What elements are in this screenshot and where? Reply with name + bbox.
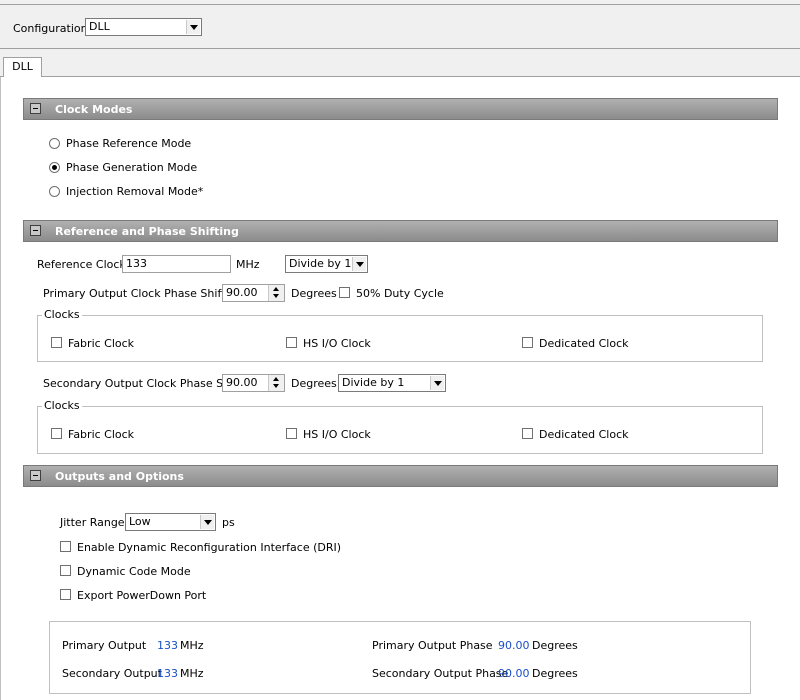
reference-divide-value: Divide by 1 xyxy=(289,257,352,270)
primary-output-unit: MHz xyxy=(180,639,204,652)
checkbox-label: Dedicated Clock xyxy=(539,428,629,441)
primary-clocks-group: Clocks xyxy=(37,308,763,362)
collapse-icon[interactable] xyxy=(30,103,41,114)
primary-phase-shift-label: Primary Output Clock Phase Shift xyxy=(43,287,226,300)
checkbox-label: Dynamic Code Mode xyxy=(77,565,191,578)
secondary-divide-select[interactable]: Divide by 1 xyxy=(338,374,446,392)
radio-label: Injection Removal Mode* xyxy=(66,185,204,198)
primary-phase-shift-unit: Degrees xyxy=(291,287,337,300)
group-legend: Clocks xyxy=(42,308,82,321)
checkbox-label: Export PowerDown Port xyxy=(77,589,207,602)
section-title: Clock Modes xyxy=(55,103,133,116)
checkbox-label: HS I/O Clock xyxy=(303,428,371,441)
section-clock-modes[interactable]: Clock Modes xyxy=(23,98,778,120)
collapse-icon[interactable] xyxy=(30,470,41,481)
checkbox-label: Enable Dynamic Reconfiguration Interface… xyxy=(77,541,342,554)
chevron-down-icon xyxy=(186,20,200,34)
jitter-range-label: Jitter Range xyxy=(60,516,125,529)
chevron-down-icon xyxy=(352,257,366,271)
radio-injection-removal-mode[interactable] xyxy=(49,186,60,197)
jitter-range-unit: ps xyxy=(222,516,235,529)
reference-clock-unit: MHz xyxy=(236,258,260,271)
primary-output-phase-unit: Degrees xyxy=(532,639,578,652)
secondary-output-unit: MHz xyxy=(180,667,204,680)
enable-dri-checkbox[interactable] xyxy=(60,541,71,552)
tab-dll[interactable]: DLL xyxy=(3,57,42,78)
secondary-clocks-group: Clocks xyxy=(37,399,763,454)
group-legend: Clocks xyxy=(42,399,82,412)
spinner-arrows-icon[interactable] xyxy=(268,285,284,301)
secondary-output-value: 133 xyxy=(157,667,178,680)
checkbox-label: Fabric Clock xyxy=(68,337,135,350)
secondary-hsio-clock-checkbox[interactable] xyxy=(286,428,297,439)
primary-phase-shift-spinner[interactable]: 90.00 xyxy=(222,284,285,302)
radio-label: Phase Generation Mode xyxy=(66,161,198,174)
secondary-phase-shift-value: 90.00 xyxy=(226,376,258,389)
section-title: Outputs and Options xyxy=(55,470,184,483)
chevron-down-icon xyxy=(200,515,214,529)
section-reference-phase-shifting[interactable]: Reference and Phase Shifting xyxy=(23,220,778,242)
checkbox-label: HS I/O Clock xyxy=(303,337,371,350)
secondary-divide-value: Divide by 1 xyxy=(342,376,405,389)
secondary-output-phase-value: 90.00 xyxy=(498,667,530,680)
primary-phase-shift-value: 90.00 xyxy=(226,286,258,299)
output-summary-box xyxy=(49,621,751,694)
secondary-phase-shift-unit: Degrees xyxy=(291,377,337,390)
section-outputs-options[interactable]: Outputs and Options xyxy=(23,465,778,487)
collapse-icon[interactable] xyxy=(30,225,41,236)
secondary-output-phase-label: Secondary Output Phase xyxy=(372,667,509,680)
reference-clock-value: 133 xyxy=(126,257,147,270)
reference-clock-input[interactable]: 133 xyxy=(122,255,231,273)
configuration-select[interactable]: DLL xyxy=(85,18,202,36)
chevron-down-icon xyxy=(430,376,444,390)
radio-phase-reference-mode[interactable] xyxy=(49,138,60,149)
primary-fabric-clock-checkbox[interactable] xyxy=(51,337,62,348)
export-powerdown-checkbox[interactable] xyxy=(60,589,71,600)
checkbox-label: Dedicated Clock xyxy=(539,337,629,350)
dynamic-code-mode-checkbox[interactable] xyxy=(60,565,71,576)
checkbox-label: Fabric Clock xyxy=(68,428,135,441)
secondary-dedicated-clock-checkbox[interactable] xyxy=(522,428,533,439)
reference-clock-label: Reference Clock xyxy=(37,258,126,271)
primary-hsio-clock-checkbox[interactable] xyxy=(286,337,297,348)
secondary-output-label: Secondary Output xyxy=(62,667,162,680)
tab-dll-label: DLL xyxy=(12,60,33,73)
radio-label: Phase Reference Mode xyxy=(66,137,192,150)
primary-output-phase-label: Primary Output Phase xyxy=(372,639,493,652)
radio-phase-generation-mode[interactable] xyxy=(49,162,60,173)
jitter-range-value: Low xyxy=(129,515,151,528)
duty-cycle-checkbox[interactable] xyxy=(339,287,350,298)
configuration-select-value: DLL xyxy=(89,20,110,33)
section-title: Reference and Phase Shifting xyxy=(55,225,239,238)
primary-output-value: 133 xyxy=(157,639,178,652)
spinner-arrows-icon[interactable] xyxy=(268,375,284,391)
primary-output-label: Primary Output xyxy=(62,639,147,652)
secondary-phase-shift-spinner[interactable]: 90.00 xyxy=(222,374,285,392)
secondary-phase-shift-label: Secondary Output Clock Phase Shift xyxy=(43,377,242,390)
tab-strip: DLL xyxy=(0,57,800,78)
reference-divide-select[interactable]: Divide by 1 xyxy=(285,255,368,273)
primary-dedicated-clock-checkbox[interactable] xyxy=(522,337,533,348)
duty-cycle-label: 50% Duty Cycle xyxy=(356,287,444,300)
secondary-output-phase-unit: Degrees xyxy=(532,667,578,680)
configuration-label: Configuration xyxy=(13,22,88,35)
primary-output-phase-value: 90.00 xyxy=(498,639,530,652)
secondary-fabric-clock-checkbox[interactable] xyxy=(51,428,62,439)
configuration-bar: Configuration DLL xyxy=(0,4,800,49)
jitter-range-select[interactable]: Low xyxy=(125,513,216,531)
